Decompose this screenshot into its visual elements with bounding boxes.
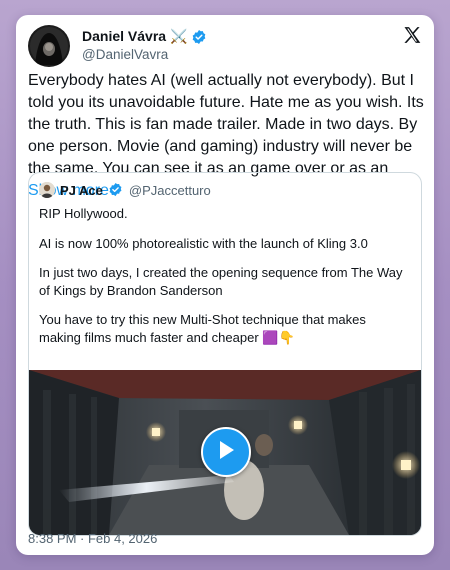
verified-badge-icon — [191, 29, 207, 45]
author-handle[interactable]: @DanielVavra — [82, 47, 168, 62]
author-name-row[interactable]: Daniel Vávra ⚔️ — [82, 28, 207, 45]
quoted-author-name[interactable]: PJ Ace — [60, 183, 103, 198]
quoted-avatar[interactable] — [39, 182, 55, 198]
author-name[interactable]: Daniel Vávra ⚔️ — [82, 28, 187, 45]
x-logo-icon[interactable] — [402, 25, 422, 45]
quoted-tweet[interactable]: PJ Ace @PJaccetturo RIP Hollywood. AI is… — [28, 172, 422, 536]
quoted-text-line: You have to try this new Multi-Shot tech… — [39, 312, 366, 345]
verified-badge-icon — [108, 182, 124, 198]
quoted-header: PJ Ace @PJaccetturo — [39, 182, 211, 198]
tweet-body: Everybody hates AI (well actually not ev… — [28, 72, 424, 177]
quoted-text-line: In just two days, I created the opening … — [39, 265, 403, 298]
quoted-text-line: AI is now 100% photorealistic with the l… — [39, 236, 368, 251]
quoted-text-line: RIP Hollywood. — [39, 206, 128, 221]
quoted-author-handle[interactable]: @PJaccetturo — [129, 183, 211, 198]
play-icon — [216, 439, 236, 466]
play-button[interactable] — [201, 427, 251, 477]
tweet-card: Daniel Vávra ⚔️ @DanielVavra Everybody h… — [16, 15, 434, 555]
tweet-timestamp[interactable]: 8:38 PM · Feb 4, 2026 — [28, 531, 157, 546]
author-avatar[interactable] — [28, 25, 70, 67]
video-thumbnail[interactable] — [29, 370, 421, 535]
